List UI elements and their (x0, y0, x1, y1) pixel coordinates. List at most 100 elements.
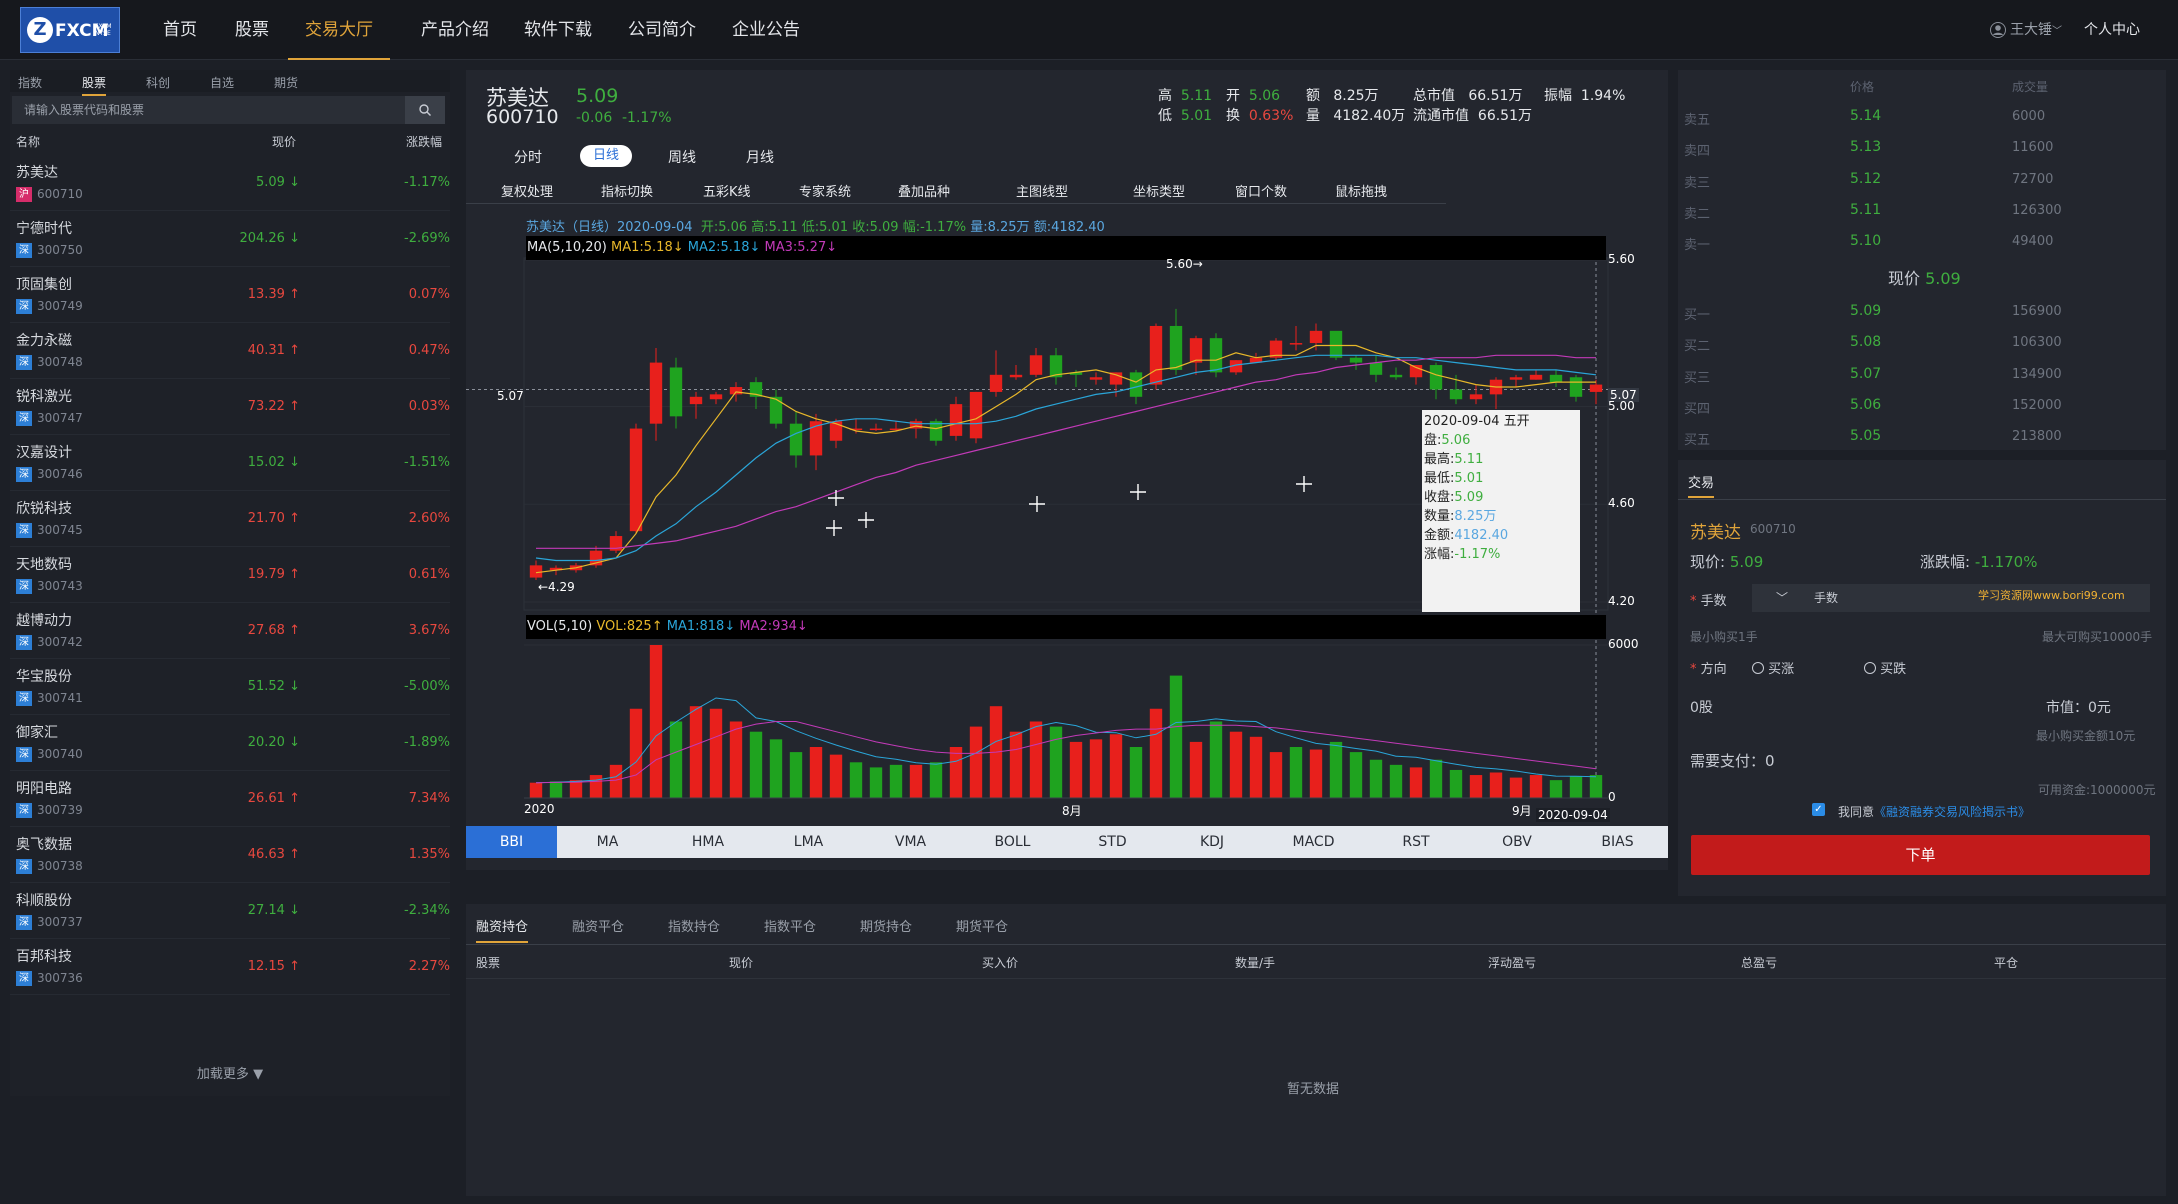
stock-row[interactable]: 欣锐科技深 300745 21.70 ↑ 2.60% (10, 491, 450, 547)
candle-body[interactable] (1209, 338, 1223, 373)
volume-bar[interactable] (549, 781, 563, 798)
orderbook-row[interactable]: 卖一 5.10 49400 (1680, 226, 2160, 257)
volume-bar[interactable] (749, 731, 763, 798)
stock-row[interactable]: 锐科激光深 300747 73.22 ↑ 0.03% (10, 379, 450, 435)
candle-body[interactable] (1529, 374, 1543, 380)
candle-body[interactable] (1509, 377, 1523, 380)
toolbar-adjust[interactable]: 复权处理 (501, 181, 553, 200)
indicator-tab-vma[interactable]: VMA (859, 826, 962, 858)
candle-body[interactable] (689, 396, 703, 405)
candle-body[interactable] (669, 367, 683, 417)
stock-row[interactable]: 顶固集创深 300749 13.39 ↑ 0.07% (10, 267, 450, 323)
candle-body[interactable] (1289, 343, 1303, 345)
volume-bar[interactable] (529, 782, 543, 798)
volume-bar[interactable] (1589, 775, 1603, 798)
volume-bar[interactable] (1569, 776, 1583, 798)
period-tab-weekly[interactable]: 周线 (668, 147, 696, 167)
place-order-button[interactable]: 下单 (1691, 835, 2150, 875)
candle-body[interactable] (729, 387, 743, 395)
indicator-tab-lma[interactable]: LMA (758, 826, 859, 858)
stock-row[interactable]: 汉嘉设计深 300746 15.02 ↓ -1.51% (10, 435, 450, 491)
stock-search-input[interactable]: 请输入股票代码和股票 (12, 96, 405, 124)
nav-item-stocks[interactable]: 股票 (226, 0, 278, 60)
nav-item-home[interactable]: 首页 (150, 0, 210, 60)
agree-checkbox[interactable]: ✓ (1812, 803, 1825, 816)
volume-bar[interactable] (1249, 736, 1263, 798)
orderbook-row[interactable]: 买二 5.08 106300 (1680, 327, 2160, 358)
positions-tab[interactable]: 期货平仓 (956, 916, 1008, 941)
orderbook-row[interactable]: 卖二 5.11 126300 (1680, 195, 2160, 226)
indicator-tab-macd[interactable]: MACD (1262, 826, 1365, 858)
volume-bar[interactable] (709, 708, 723, 798)
volume-bar[interactable] (1089, 739, 1103, 798)
indicator-tab-hma[interactable]: HMA (658, 826, 758, 858)
volume-bar[interactable] (1469, 775, 1483, 798)
volume-bar[interactable] (809, 747, 823, 798)
candle-body[interactable] (989, 374, 1003, 392)
volume-bar[interactable] (629, 708, 643, 798)
tab-index[interactable]: 指数 (18, 74, 42, 91)
candle-body[interactable] (1169, 325, 1183, 370)
risk-disclosure-link[interactable]: 《融资融券交易风险揭示书》 (1874, 805, 2030, 819)
candle-body[interactable] (1429, 365, 1443, 390)
toolbar-color-kline[interactable]: 五彩K线 (703, 181, 751, 200)
volume-bar[interactable] (1129, 747, 1143, 798)
toolbar-axis-type[interactable]: 坐标类型 (1133, 181, 1185, 200)
candle-body[interactable] (869, 428, 883, 431)
positions-tab[interactable]: 指数持仓 (668, 916, 720, 941)
candle-body[interactable] (1369, 362, 1383, 375)
trade-tab[interactable]: 交易 (1688, 472, 1715, 498)
volume-bar[interactable] (929, 762, 943, 798)
volume-bar[interactable] (1149, 708, 1163, 798)
nav-item-trading-hall[interactable]: 交易大厅 (288, 0, 390, 60)
volume-bar[interactable] (1369, 759, 1383, 798)
candle-body[interactable] (789, 423, 803, 456)
volume-bar[interactable] (829, 754, 843, 798)
stock-row[interactable]: 宁德时代深 300750 204.26 ↓ -2.69% (10, 211, 450, 267)
tab-futures[interactable]: 期货 (274, 74, 298, 91)
volume-bar[interactable] (689, 706, 703, 798)
load-more-button[interactable]: 加载更多 ▼ (10, 1060, 450, 1090)
candle-body[interactable] (969, 391, 983, 439)
toolbar-overlay[interactable]: 叠加品种 (898, 181, 950, 200)
volume-bar[interactable] (1349, 752, 1363, 798)
stock-row[interactable]: 科顺股份深 300737 27.14 ↓ -2.34% (10, 883, 450, 939)
indicator-tab-rst[interactable]: RST (1365, 826, 1467, 858)
orderbook-row[interactable]: 买一 5.09 156900 (1680, 296, 2160, 327)
orderbook-row[interactable]: 买四 5.06 152000 (1680, 390, 2160, 421)
volume-bar[interactable] (1189, 741, 1203, 798)
candle-body[interactable] (629, 428, 643, 532)
candle-body[interactable] (1029, 355, 1043, 375)
tab-watchlist[interactable]: 自选 (210, 74, 234, 91)
stock-row[interactable]: 华宝股份深 300741 51.52 ↓ -5.00% (10, 659, 450, 715)
orderbook-row[interactable]: 卖五 5.14 6000 (1680, 101, 2160, 132)
volume-bar[interactable] (1049, 726, 1063, 798)
candle-body[interactable] (649, 362, 663, 424)
volume-bar[interactable] (1289, 747, 1303, 798)
volume-bar[interactable] (1109, 734, 1123, 798)
tab-stocks[interactable]: 股票 (82, 74, 107, 96)
volume-bar[interactable] (1449, 769, 1463, 798)
candle-body[interactable] (769, 396, 783, 424)
volume-bar[interactable] (1209, 721, 1223, 799)
nav-item-about[interactable]: 公司简介 (612, 0, 712, 60)
indicator-tab-std[interactable]: STD (1063, 826, 1162, 858)
volume-bar[interactable] (1269, 752, 1283, 798)
volume-bar[interactable] (649, 645, 663, 798)
volume-bar[interactable] (1229, 731, 1243, 798)
candle-body[interactable] (1389, 374, 1403, 378)
volume-bar[interactable] (769, 739, 783, 798)
candle-body[interactable] (1089, 377, 1103, 380)
direction-option-down[interactable]: 买跌 (1864, 658, 1906, 677)
stock-row[interactable]: 奥飞数据深 300738 46.63 ↑ 1.35% (10, 827, 450, 883)
candle-body[interactable] (1549, 374, 1563, 383)
toolbar-expert-system[interactable]: 专家系统 (799, 181, 851, 200)
positions-tab[interactable]: 期货持仓 (860, 916, 912, 941)
search-button[interactable] (405, 96, 445, 124)
positions-tab[interactable]: 融资平仓 (572, 916, 624, 941)
volume-bar[interactable] (1389, 764, 1403, 798)
volume-bar[interactable] (1429, 759, 1443, 798)
direction-option-up[interactable]: 买涨 (1752, 658, 1794, 677)
volume-bar[interactable] (869, 767, 883, 798)
volume-bar[interactable] (849, 762, 863, 798)
